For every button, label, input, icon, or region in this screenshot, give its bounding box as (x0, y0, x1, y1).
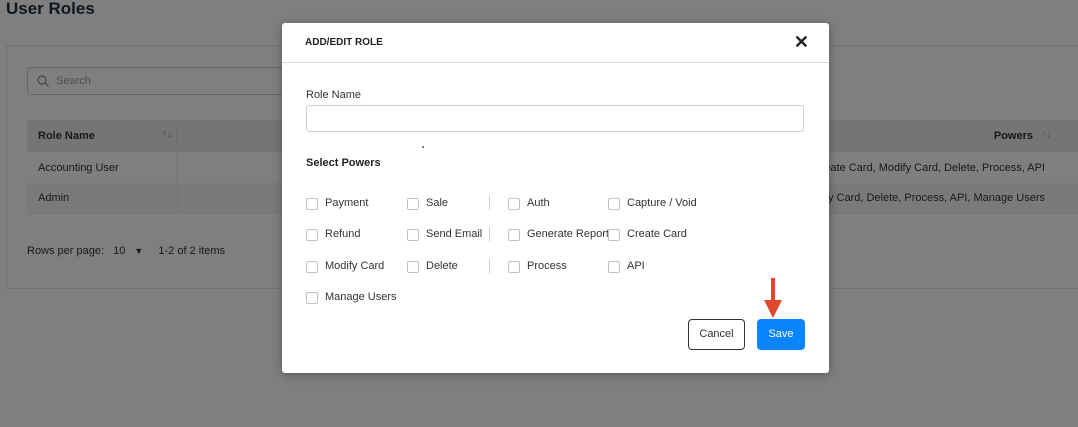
checkbox[interactable] (608, 229, 620, 241)
dialog-title: ADD/EDIT ROLE (305, 37, 383, 48)
add-edit-role-dialog: ADD/EDIT ROLE ✕ Role Name Select Powers … (282, 23, 829, 373)
header-divider (282, 62, 829, 63)
power-label: Send Email (426, 228, 483, 240)
column-separator (489, 196, 490, 210)
checkbox[interactable] (407, 198, 419, 210)
checkbox[interactable] (306, 261, 318, 273)
power-label: Capture / Void (627, 197, 697, 209)
red-arrow-down-icon (764, 278, 782, 318)
power-label: Auth (527, 197, 550, 209)
power-label: Payment (325, 197, 369, 209)
checkbox[interactable] (608, 261, 620, 273)
checkbox[interactable] (306, 198, 318, 210)
power-label: Manage Users (325, 291, 397, 303)
select-powers-heading: Select Powers (306, 157, 381, 169)
checkbox[interactable] (508, 229, 520, 241)
column-separator (489, 259, 490, 273)
role-name-label: Role Name (306, 89, 362, 101)
stray-dot (422, 146, 424, 148)
column-separator (489, 227, 490, 241)
checkbox[interactable] (306, 292, 318, 304)
power-label: Create Card (627, 228, 687, 240)
checkbox[interactable] (608, 198, 620, 210)
power-label: Delete (426, 260, 458, 272)
checkbox[interactable] (407, 229, 419, 241)
checkbox[interactable] (508, 261, 520, 273)
power-label: Generate Report (527, 228, 609, 240)
power-label: Modify Card (325, 260, 385, 272)
checkbox[interactable] (407, 261, 419, 273)
checkbox[interactable] (508, 198, 520, 210)
checkbox[interactable] (306, 229, 318, 241)
cancel-button[interactable]: Cancel (688, 319, 745, 350)
save-button[interactable]: Save (757, 319, 805, 350)
power-label: API (627, 260, 645, 272)
power-label: Process (527, 260, 567, 272)
close-icon[interactable]: ✕ (794, 32, 809, 53)
power-label: Sale (426, 197, 449, 209)
role-name-input[interactable] (306, 105, 804, 132)
power-label: Refund (325, 228, 361, 240)
